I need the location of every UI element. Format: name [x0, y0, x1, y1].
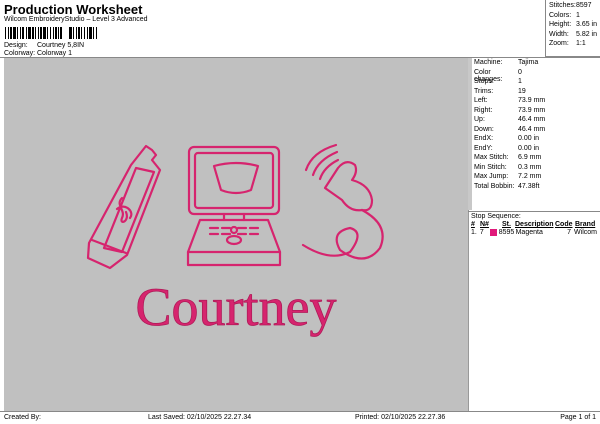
printed-date: Printed: 02/10/2025 22.27.36 — [355, 414, 446, 421]
panel-strip — [468, 58, 472, 210]
col-header: # — [471, 221, 475, 228]
property-value: 0.00 in — [518, 135, 540, 142]
page-title: Production Worksheet — [4, 2, 143, 17]
property-label: Stops: — [474, 78, 494, 85]
design-label: Design: — [4, 42, 28, 49]
stat-value: 1 — [576, 11, 580, 19]
colorway-value: Colorway 1 — [37, 50, 73, 57]
ultrasound-machine-icon — [186, 145, 282, 267]
property-row: Up: 46.4 mm — [474, 116, 545, 126]
stat-label: Stitches: — [549, 2, 576, 9]
property-value: 47.38ft — [518, 182, 540, 190]
footer: Created By: Last Saved: 02/10/2025 22.27… — [0, 411, 600, 424]
design-text: Courtney — [136, 277, 337, 337]
cell-num: 1. — [471, 229, 477, 236]
property-row: Min Stitch: 0.3 mm — [474, 164, 545, 174]
cell-stitches: 8595 — [498, 229, 515, 236]
property-label: Max Jump: — [474, 173, 509, 180]
property-value: 46.4 mm — [518, 125, 546, 133]
bottle-icon — [86, 144, 162, 270]
col-header: N# — [480, 221, 489, 228]
property-value: Tajima — [518, 59, 539, 66]
property-label: Machine: — [474, 59, 503, 66]
property-label: EndY: — [474, 144, 493, 152]
stats-box: Stitches: 8597 Colors: 1 Height: 3.65 in Wi… — [545, 0, 600, 57]
stop-sequence: Stop Sequence: # N# St. Description Code… — [468, 211, 600, 237]
design-row: Design: Courtney 5,8IN — [4, 42, 84, 49]
stat-label: Zoom: — [549, 40, 569, 47]
property-value: 0.00 in — [518, 144, 540, 152]
ultrasound-probe-icon — [301, 143, 384, 260]
cell-n: 7 — [479, 229, 484, 236]
cell-code: 7 — [567, 229, 572, 236]
stat-label: Colors: — [549, 11, 572, 19]
stat-value: 3.65 in — [575, 21, 598, 28]
col-header: St. — [502, 221, 511, 228]
stop-sequence-header: # N# St. Description Code Brand — [471, 221, 597, 228]
col-header: Description — [515, 221, 554, 228]
property-label: Left: — [474, 97, 488, 104]
property-label: Up: — [474, 116, 485, 123]
property-row: EndY: 0.00 in — [474, 145, 545, 155]
software-name: Wilcom EmbroideryStudio – Level 3 Advanc… — [4, 16, 148, 23]
stat-value: 1:1 — [576, 40, 586, 47]
property-row: Right: 73.9 mm — [474, 107, 545, 117]
table-row: 1. 7 8595 Magenta 7 Wilcom — [471, 229, 597, 236]
color-swatch — [489, 229, 497, 236]
stat-label: Height: — [549, 21, 572, 28]
design-value: Courtney 5,8IN — [37, 42, 85, 49]
machine-properties: Machine: Tajima Color changes: 0 Stops: 1 Trim… — [474, 59, 545, 192]
property-value: 19 — [518, 87, 526, 95]
property-row: EndX: 0.00 in — [474, 135, 545, 145]
property-value: 0.3 mm — [518, 163, 542, 171]
design-preview: Courtney — [4, 58, 468, 412]
col-header: Brand — [575, 221, 596, 228]
property-value: 1 — [518, 78, 522, 85]
property-value: 73.9 mm — [518, 106, 546, 114]
page-number: Page 1 of 1 — [560, 414, 596, 421]
property-row: Stops: 1 — [474, 78, 545, 88]
property-label: EndX: — [474, 135, 494, 142]
property-value: 7.2 mm — [518, 173, 542, 180]
property-label: Max Stitch: — [474, 154, 509, 161]
barcode — [5, 27, 115, 39]
property-row: Trims: 19 — [474, 88, 545, 98]
property-value: 46.4 mm — [518, 116, 546, 123]
cell-description: Magenta — [515, 229, 543, 236]
stat-value: 5.82 in — [575, 30, 598, 38]
cell-brand: Wilcom — [574, 229, 597, 236]
property-label: Trims: — [474, 87, 494, 95]
property-value: 73.9 mm — [518, 97, 546, 104]
property-row: Max Stitch: 6.9 mm — [474, 154, 545, 164]
col-header: Code — [555, 221, 573, 228]
colorway-label: Colorway: — [4, 50, 36, 57]
property-row: Total Bobbin: 47.38ft — [474, 183, 545, 193]
property-row: Color changes: 0 — [474, 68, 545, 83]
property-label: Min Stitch: — [474, 163, 507, 171]
stat-value: 8597 — [576, 2, 592, 9]
stop-sequence-title: Stop Sequence: — [471, 213, 521, 220]
colorway-row: Colorway: Colorway 1 — [4, 50, 72, 57]
property-row: Machine: Tajima — [474, 59, 545, 69]
property-row: Left: 73.9 mm — [474, 97, 545, 107]
property-value: 0 — [518, 68, 522, 76]
property-label: Total Bobbin: — [474, 182, 515, 190]
property-value: 6.9 mm — [518, 154, 542, 161]
property-row: Max Jump: 7.2 mm — [474, 173, 545, 183]
stat-label: Width: — [549, 30, 569, 38]
property-label: Down: — [474, 125, 494, 133]
property-label: Color changes: — [474, 68, 503, 83]
created-by: Created By: — [4, 414, 41, 421]
property-label: Right: — [474, 106, 493, 114]
property-row: Down: 46.4 mm — [474, 126, 545, 136]
last-saved: Last Saved: 02/10/2025 22.27.34 — [148, 414, 252, 421]
